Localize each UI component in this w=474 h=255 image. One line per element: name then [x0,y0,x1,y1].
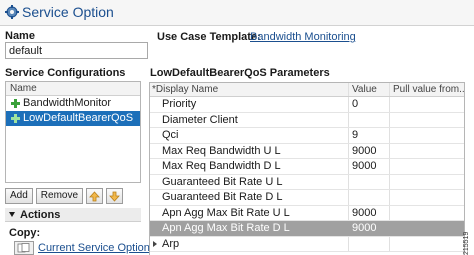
param-value[interactable] [349,190,390,205]
param-pull-from[interactable] [390,221,464,236]
param-value[interactable]: 0 [349,97,390,112]
param-name: Guaranteed Bit Rate U L [150,174,349,189]
table-row[interactable]: Qci 9 [150,128,464,144]
param-name: Apn Agg Max Bit Rate U L [150,205,349,220]
add-icon [11,99,20,108]
name-input[interactable] [5,42,148,59]
service-config-item-label: LowDefaultBearerQoS [23,112,134,124]
remove-button[interactable]: Remove [35,188,84,204]
param-pull-from[interactable] [390,237,464,252]
param-pull-from[interactable] [390,128,464,143]
service-config-item-label: BandwidthMonitor [23,97,112,109]
move-down-button[interactable] [106,188,124,204]
column-header-display-name[interactable]: *Display Name [150,83,349,96]
param-name: Apn Agg Max Bit Rate D L [150,221,349,236]
table-row[interactable]: Guaranteed Bit Rate U L [150,174,464,190]
param-value[interactable]: 9000 [349,221,390,236]
copy-current-service-option-link[interactable]: Current Service Option [38,242,150,254]
table-row-expandable[interactable]: Arp [150,236,464,252]
table-row[interactable]: Diameter Client [150,112,464,128]
service-config-item-lowdefaultbearerqos[interactable]: LowDefaultBearerQoS [6,111,140,126]
param-name: Diameter Client [150,112,349,127]
collapse-triangle-icon [9,212,15,217]
param-name-cell: Arp [150,236,349,251]
parameters-header-row: *Display Name Value Pull value from... [150,83,464,97]
table-row-selected[interactable]: Apn Agg Max Bit Rate D L 9000 [150,221,464,237]
table-row[interactable]: Guaranteed Bit Rate D L [150,190,464,206]
param-value[interactable]: 9000 [349,159,390,174]
param-name: Qci [150,128,349,143]
actions-panel-header[interactable]: Actions [5,208,141,222]
column-header-pull-value-from[interactable]: Pull value from... [390,83,464,96]
table-row[interactable]: Apn Agg Max Bit Rate U L 9000 [150,205,464,221]
param-value[interactable]: 9000 [349,143,390,158]
param-name: Guaranteed Bit Rate D L [150,190,349,205]
move-up-button[interactable] [86,188,104,204]
param-name: Priority [150,97,349,112]
use-case-template-link[interactable]: Bandwidth Monitoring [250,31,356,43]
param-pull-from[interactable] [390,113,464,128]
figure-id: 215519 [463,231,470,255]
page-header: Service Option [0,0,474,26]
arrow-up-icon [89,190,100,201]
page-title: Service Option [22,4,114,20]
gear-icon [5,5,19,19]
add-button[interactable]: Add [5,188,33,204]
copy-label: Copy: [9,227,41,239]
param-pull-from[interactable] [390,97,464,112]
expand-arrow-icon[interactable] [153,240,157,247]
parameters-table: *Display Name Value Pull value from... P… [149,82,465,255]
service-config-item-bandwidthmonitor[interactable]: BandwidthMonitor [6,96,140,111]
param-pull-from[interactable] [390,206,464,221]
use-case-template-label: Use Case Template: [157,31,261,43]
param-name: Arp [162,237,180,250]
add-icon [11,114,20,123]
param-value[interactable]: 9 [349,128,390,143]
table-row[interactable]: Priority 0 [150,97,464,113]
param-pull-from[interactable] [390,144,464,159]
service-config-buttons: Add Remove [5,188,124,204]
table-row[interactable]: Max Req Bandwidth U L 9000 [150,143,464,159]
param-name: Max Req Bandwidth D L [150,159,349,174]
param-value[interactable] [349,236,390,251]
param-value[interactable]: 9000 [349,205,390,220]
actions-title: Actions [20,208,61,221]
param-value[interactable] [349,174,390,189]
param-pull-from[interactable] [390,175,464,190]
param-value[interactable] [349,112,390,127]
table-row[interactable]: Max Req Bandwidth D L 9000 [150,159,464,175]
param-name: Max Req Bandwidth U L [150,143,349,158]
parameters-title: LowDefaultBearerQoS Parameters [150,67,330,79]
service-configurations-column-header: Name [6,82,140,96]
copy-action[interactable]: Current Service Option [14,241,150,255]
param-pull-from[interactable] [390,190,464,205]
column-header-value[interactable]: Value [349,83,390,96]
param-pull-from[interactable] [390,159,464,174]
copy-document-icon [14,241,34,255]
service-configurations-label: Service Configurations [5,67,126,79]
arrow-down-icon [109,191,120,202]
service-configurations-list[interactable]: Name BandwidthMonitor LowDefaultBearerQo… [5,81,141,183]
name-label: Name [5,30,35,42]
